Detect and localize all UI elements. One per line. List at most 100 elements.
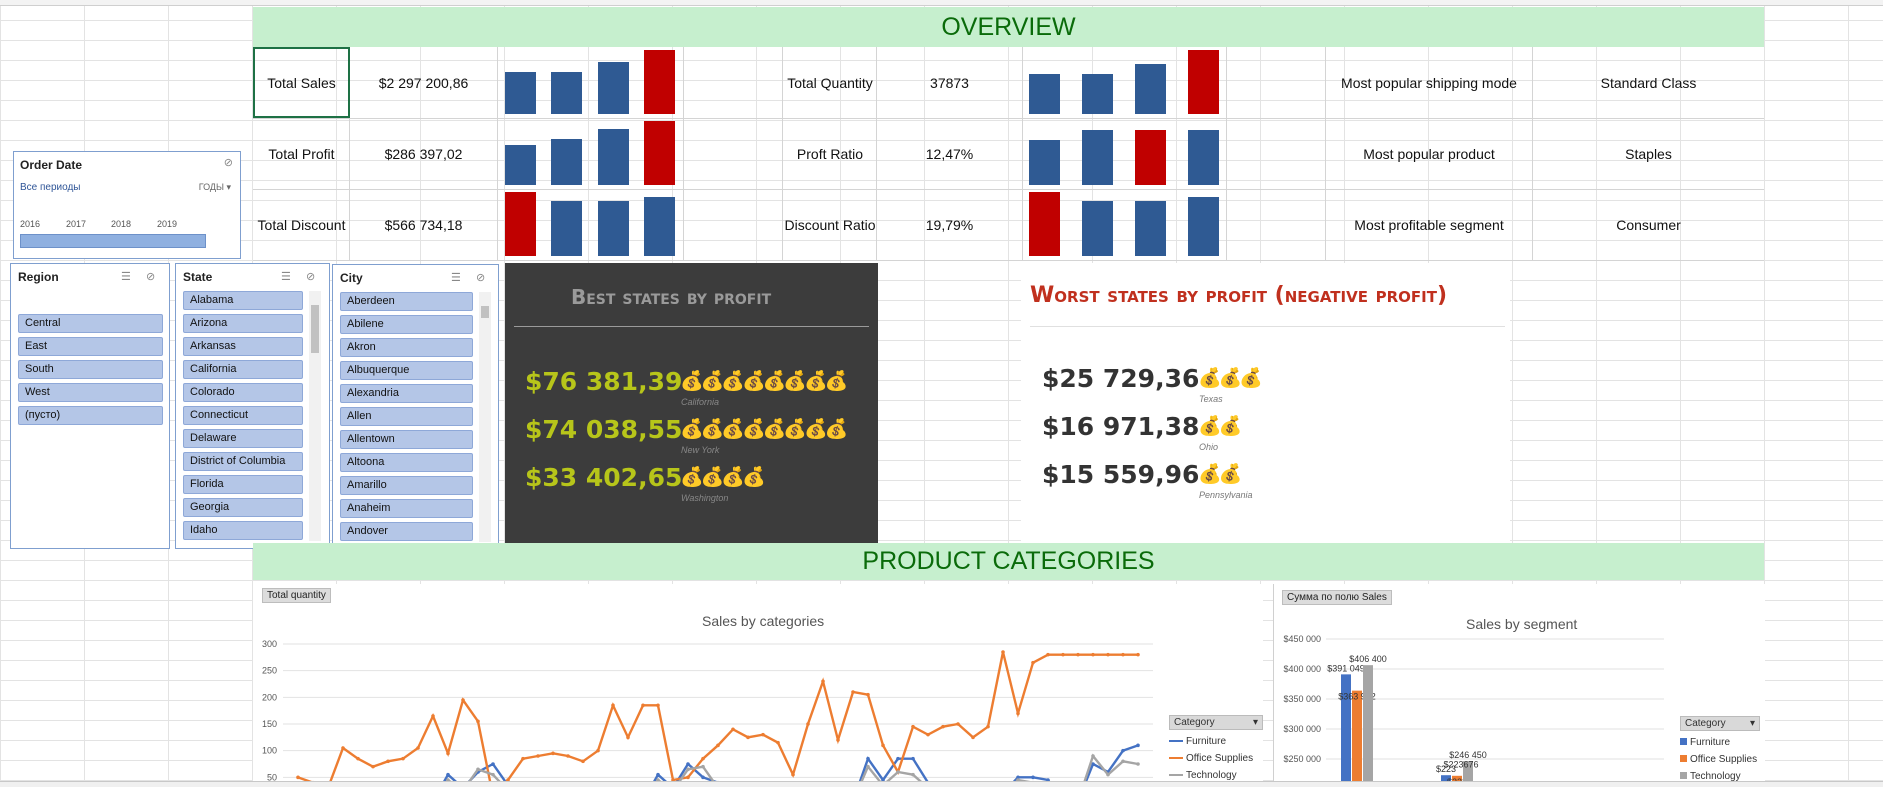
data-point — [461, 698, 465, 702]
state-scrollbar[interactable] — [309, 291, 321, 541]
legend-label: Technology — [1186, 770, 1237, 781]
city-slicer[interactable]: City ☰ ⊘ Aberdeen Abilene Akron Albuquerque… — [332, 264, 499, 553]
region-slicer[interactable]: Region ☰ ⊘ Central East South West (пусто) — [10, 263, 170, 549]
slicer-item[interactable]: Idaho — [183, 521, 303, 540]
categories-band: PRODUCT CATEGORIES — [253, 543, 1764, 580]
y-tick-label: 200 — [262, 692, 277, 702]
data-point — [341, 746, 345, 750]
data-point — [686, 775, 690, 780]
slicer-item[interactable]: Colorado — [183, 383, 303, 402]
state-slicer[interactable]: State ☰ ⊘ Alabama Arizona Arkansas Californ… — [175, 263, 330, 549]
slicer-item[interactable]: Georgia — [183, 498, 303, 517]
bar-chart-panel: Сумма по полю Sales Sales by segment $45… — [1273, 584, 1765, 787]
line-chart-title: Sales by categories — [702, 613, 825, 629]
slicer-item[interactable]: East — [18, 337, 163, 356]
slicer-item[interactable]: Albuquerque — [340, 361, 473, 380]
clear-filter-icon[interactable]: ⊘ — [476, 271, 485, 284]
mini-bar — [1029, 74, 1060, 114]
legend-filter-button[interactable]: Category ▾ — [1680, 716, 1760, 731]
slicer-item[interactable]: Allentown — [340, 430, 473, 449]
slicer-item[interactable]: Anaheim — [340, 499, 473, 518]
data-point — [446, 772, 450, 777]
data-point — [1016, 711, 1020, 716]
data-point — [701, 775, 705, 780]
scrollbar-thumb[interactable] — [481, 306, 489, 318]
line-chart-legend[interactable]: Category ▾ Furniture Office Supplies Techn… — [1169, 715, 1263, 781]
best-state-name: California — [681, 397, 720, 407]
slicer-item[interactable]: West — [18, 383, 163, 402]
data-point — [536, 754, 540, 758]
timeline-unit-select[interactable]: ГОДЫ ▾ — [199, 182, 231, 193]
kpi-total-profit-label: Total Profit — [268, 145, 335, 162]
data-point — [761, 732, 765, 737]
mini-chart-discount — [505, 192, 675, 256]
multi-select-icon[interactable]: ☰ — [451, 271, 461, 284]
title-underline — [1030, 326, 1505, 327]
slicer-item[interactable]: Connecticut — [183, 406, 303, 425]
sales-sum-field-button[interactable]: Сумма по полю Sales — [1282, 590, 1392, 605]
total-quantity-field-button[interactable]: Total quantity — [262, 588, 331, 603]
best-amount: $74 038,55 — [525, 415, 683, 444]
sheet-tab-strip[interactable] — [0, 781, 1883, 787]
slicer-item[interactable]: Alexandria — [340, 384, 473, 403]
bar-chart-legend[interactable]: Category ▾ Furniture Office Supplies Techn… — [1680, 716, 1760, 782]
slicer-item[interactable]: Amarillo — [340, 476, 473, 495]
slicer-item[interactable]: Andover — [340, 522, 473, 541]
slicer-item[interactable]: California — [183, 360, 303, 379]
multi-select-icon[interactable]: ☰ — [281, 270, 291, 283]
slicer-item[interactable]: Altoona — [340, 453, 473, 472]
kpi-total-sales-label[interactable]: Total Sales — [253, 47, 350, 118]
data-point — [521, 756, 525, 761]
clear-filter-icon[interactable]: ⊘ — [306, 270, 315, 283]
state-title: State — [183, 270, 213, 284]
slicer-item[interactable]: Allen — [340, 407, 473, 426]
clear-filter-icon[interactable]: ⊘ — [146, 270, 155, 283]
scrollbar-thumb[interactable] — [311, 305, 319, 353]
data-point — [1031, 775, 1035, 780]
y-tick-label: 250 — [262, 666, 277, 676]
slicer-item[interactable]: Delaware — [183, 429, 303, 448]
data-point — [401, 756, 405, 761]
slicer-item[interactable]: Central — [18, 314, 163, 333]
slicer-item[interactable]: South — [18, 360, 163, 379]
multi-select-icon[interactable]: ☰ — [121, 270, 131, 283]
worst-amount: $15 559,96 — [1042, 460, 1200, 489]
clear-filter-icon[interactable]: ⊘ — [224, 156, 233, 169]
slicer-item[interactable]: Akron — [340, 338, 473, 357]
col-divider — [683, 47, 684, 260]
slicer-item[interactable]: Arkansas — [183, 337, 303, 356]
mini-bar — [505, 145, 536, 185]
city-scrollbar[interactable] — [479, 292, 491, 542]
mini-bar — [597, 61, 629, 114]
legend-filter-button[interactable]: Category ▾ — [1169, 715, 1263, 730]
slicer-item[interactable]: Abilene — [340, 315, 473, 334]
legend-swatch — [1680, 738, 1687, 745]
mini-bar — [1082, 129, 1113, 185]
mini-chart-sales — [505, 50, 675, 114]
slicer-item[interactable]: Alabama — [183, 291, 303, 310]
y-tick-label: $350 000 — [1283, 694, 1321, 704]
series-line — [297, 651, 1138, 787]
order-date-timeline[interactable]: Order Date ⊘ Все периоды ГОДЫ ▾ 2016 201… — [13, 151, 241, 259]
y-tick-label: $450 000 — [1283, 634, 1321, 644]
data-point — [1106, 772, 1110, 777]
slicer-item[interactable]: Arizona — [183, 314, 303, 333]
timeline-range-bar[interactable] — [20, 234, 206, 248]
data-point — [611, 703, 615, 708]
slicer-item[interactable]: (пусто) — [18, 406, 163, 425]
y-tick-label: $250 000 — [1283, 754, 1321, 764]
slicer-item[interactable]: Aberdeen — [340, 292, 473, 311]
best-states-panel: Best states by profit $76 381,39 💰💰💰💰💰💰💰… — [505, 263, 878, 544]
data-point — [476, 767, 480, 772]
mini-bar — [551, 72, 583, 114]
slicer-item[interactable]: Florida — [183, 475, 303, 494]
slicer-item[interactable]: District of Columbia — [183, 452, 303, 471]
legend-entry: Furniture — [1169, 736, 1263, 747]
legend-entry: Office Supplies — [1680, 754, 1760, 765]
data-point — [821, 679, 825, 684]
data-point — [1091, 754, 1095, 758]
mini-bar — [644, 121, 675, 185]
data-point — [716, 743, 720, 748]
kpi-total-discount-label: Total Discount — [257, 216, 346, 233]
data-point — [1136, 652, 1140, 657]
